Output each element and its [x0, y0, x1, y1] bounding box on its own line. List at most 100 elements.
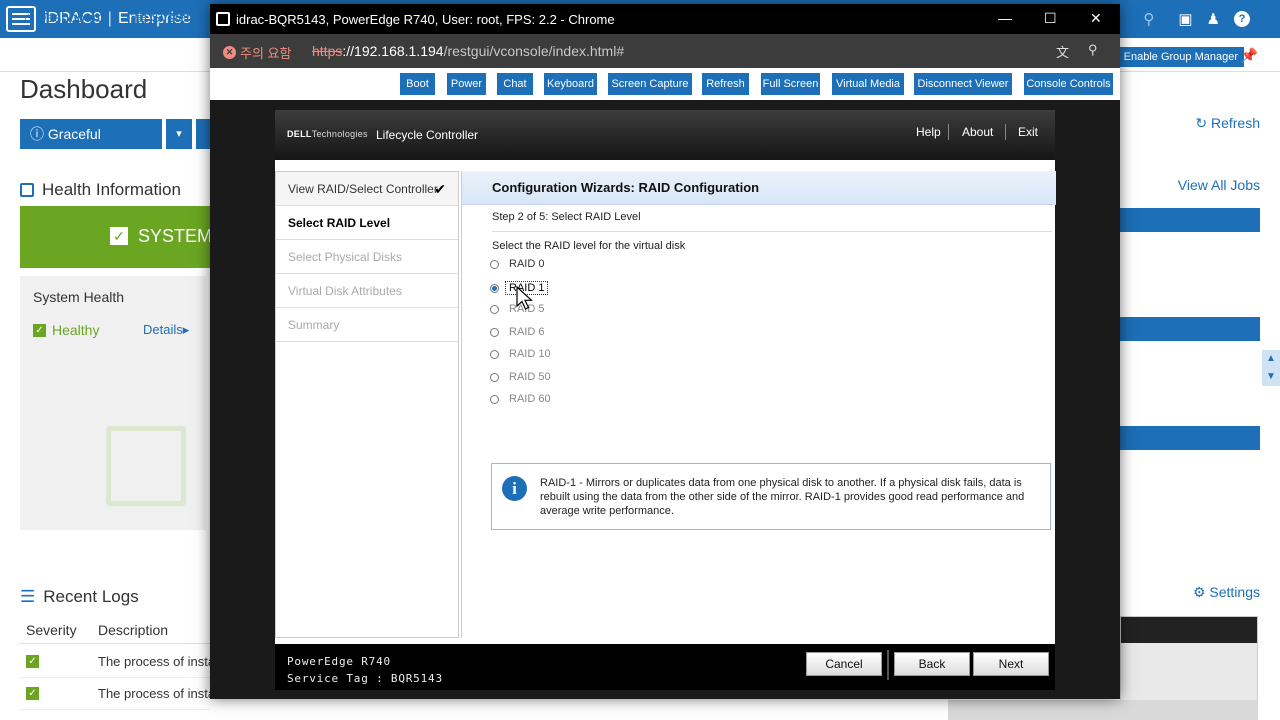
wizard-steps-sidebar: View RAID/Select Controller ✔ Select RAI… [275, 171, 459, 638]
window-titlebar[interactable]: idrac-BQR5143, PowerEdge R740, User: roo… [210, 4, 1120, 34]
not-secure-icon: ✕ [223, 46, 236, 59]
wizard-step-virtual-disk-attributes: Virtual Disk Attributes [276, 274, 458, 308]
wizard-step-select-raid-level[interactable]: Select RAID Level [276, 206, 458, 240]
header-divider [948, 124, 949, 140]
maximize-icon[interactable]: ☐ [1044, 10, 1057, 27]
wizard-content: Configuration Wizards: RAID Configuratio… [461, 171, 1056, 638]
column-severity: Severity [26, 622, 77, 638]
help-icon[interactable]: ? [1234, 11, 1250, 27]
service-tag: Service Tag : BQR5143 [287, 672, 443, 685]
security-warning[interactable]: ✕ 주의 요함 [223, 43, 291, 62]
recent-logs-heading: ☰ Recent Logs [20, 587, 139, 606]
raid-info-box: i RAID-1 - Mirrors or duplicates data fr… [491, 463, 1051, 530]
logs-table-header: Severity Description [20, 614, 210, 644]
system-banner-label: SYSTEM [138, 226, 213, 246]
system-health-label: System Health [33, 289, 125, 305]
settings-link[interactable]: ⚙ Settings [1193, 584, 1260, 601]
step-indicator: Step 2 of 5: Select RAID Level [492, 211, 641, 223]
system-info: PowerEdge R740 Service Tag : BQR5143 [287, 653, 443, 687]
virtual-console-screen[interactable]: DELLTechnologies Lifecycle Controller He… [210, 100, 1120, 699]
about-link[interactable]: About [962, 125, 993, 139]
window-title: idrac-BQR5143, PowerEdge R740, User: roo… [236, 12, 615, 27]
view-all-jobs-link[interactable]: View All Jobs [1178, 177, 1260, 193]
log-description: The process of insta [98, 654, 216, 669]
shutdown-dropdown-button[interactable]: ▾ [166, 119, 192, 149]
console-controls-button[interactable]: Console Controls [1024, 73, 1113, 95]
header-icons: ⚲ ▣ ♟ ? [1143, 0, 1280, 38]
url-text[interactable]: https://192.168.1.194/restgui/vconsole/i… [312, 43, 624, 59]
refresh-button[interactable]: Refresh [702, 73, 749, 95]
nav-system[interactable]: ▤ System [134, 9, 198, 26]
wizard-step-view-raid[interactable]: View RAID/Select Controller ✔ [276, 172, 458, 206]
refresh-link[interactable]: ↻ Refresh [1195, 115, 1260, 132]
column-description: Description [98, 622, 169, 638]
right-panel-header [1120, 426, 1260, 450]
back-button[interactable]: Back [894, 652, 970, 676]
graceful-shutdown-button[interactable]: ⓘ Graceful Shutdown [20, 119, 162, 172]
virtual-media-button[interactable]: Virtual Media [832, 73, 904, 95]
translate-icon[interactable]: 文 [1056, 42, 1069, 61]
table-row[interactable]: ✓ The process of insta [20, 646, 215, 678]
radio-button-selected[interactable] [490, 283, 499, 293]
details-link[interactable]: Details▸ [143, 322, 189, 338]
brand-separator: | [107, 10, 112, 27]
lc-header: DELLTechnologies Lifecycle Controller He… [275, 110, 1055, 160]
zoom-icon[interactable]: ⚲ [1088, 42, 1098, 58]
lc-footer: PowerEdge R740 Service Tag : BQR5143 Can… [275, 644, 1055, 690]
severity-ok-icon: ✓ [26, 687, 39, 700]
radio-button[interactable] [490, 259, 499, 269]
health-information-heading: Health Information [20, 180, 181, 200]
radio-button[interactable] [490, 349, 499, 359]
system-health-banner: ✓ SYSTEM [20, 206, 220, 268]
console-app-icon [216, 12, 230, 26]
raid-option-0[interactable]: RAID 0 [490, 258, 544, 270]
right-panel-header [1120, 317, 1260, 341]
table-row[interactable]: ✓ The process of insta [20, 678, 215, 710]
group-icon[interactable]: ▣ [1178, 10, 1192, 28]
help-link[interactable]: Help [916, 125, 941, 139]
product-name: Lifecycle Controller [376, 128, 479, 142]
enable-group-manager-button[interactable]: Enable Group Manager [1117, 47, 1244, 67]
nav-dashboard[interactable]: ⌂ Dashboard [24, 9, 105, 25]
preview-header [1121, 617, 1257, 643]
keyboard-button[interactable]: Keyboard [544, 73, 597, 95]
chrome-window: idrac-BQR5143, PowerEdge R740, User: roo… [210, 4, 1120, 699]
chat-button[interactable]: Chat [497, 73, 533, 95]
search-icon[interactable]: ⚲ [1143, 10, 1154, 28]
raid-option-50[interactable]: RAID 50 [490, 371, 551, 383]
step-complete-icon: ✔ [434, 181, 446, 197]
raid-option-10[interactable]: RAID 10 [490, 348, 551, 360]
address-bar[interactable]: ✕ 주의 요함 https://192.168.1.194/restgui/vc… [210, 34, 1120, 68]
cancel-button[interactable]: Cancel [806, 652, 882, 676]
pin-icon[interactable]: 📌 [1241, 47, 1258, 64]
scroll-arrows[interactable]: ▲ ▼ [1262, 350, 1280, 386]
footer-divider [887, 650, 889, 680]
radio-button[interactable] [490, 394, 499, 404]
wizard-title: Configuration Wizards: RAID Configuratio… [462, 171, 1056, 205]
next-button[interactable]: Next [973, 652, 1049, 676]
exit-link[interactable]: Exit [1018, 125, 1038, 139]
page-title: Dashboard [20, 74, 148, 104]
power-button[interactable]: Power [447, 73, 486, 95]
minimize-icon[interactable]: — [998, 10, 1012, 26]
healthy-check-icon: ✓ [33, 323, 46, 337]
wizard-step-select-physical-disks: Select Physical Disks [276, 240, 458, 274]
raid-option-6[interactable]: RAID 6 [490, 326, 544, 338]
radio-button[interactable] [490, 327, 499, 337]
disconnect-viewer-button[interactable]: Disconnect Viewer [914, 73, 1012, 95]
right-panel-header [1120, 208, 1260, 232]
boot-button[interactable]: Boot [400, 73, 435, 95]
list-icon: ☰ [20, 587, 36, 606]
log-description: The process of insta [98, 686, 216, 701]
radio-button[interactable] [490, 372, 499, 382]
system-health-status: ✓ Healthy [33, 322, 99, 338]
dell-technologies-logo: DELLTechnologies [287, 129, 368, 139]
screen-capture-button[interactable]: Screen Capture [608, 73, 692, 95]
health-list-icon [20, 183, 34, 197]
raid-option-60[interactable]: RAID 60 [490, 393, 551, 405]
radio-button[interactable] [490, 304, 499, 314]
close-icon[interactable]: ✕ [1090, 10, 1102, 27]
full-screen-button[interactable]: Full Screen [761, 73, 820, 95]
user-icon[interactable]: ♟ [1207, 10, 1220, 28]
severity-ok-icon: ✓ [26, 655, 39, 668]
